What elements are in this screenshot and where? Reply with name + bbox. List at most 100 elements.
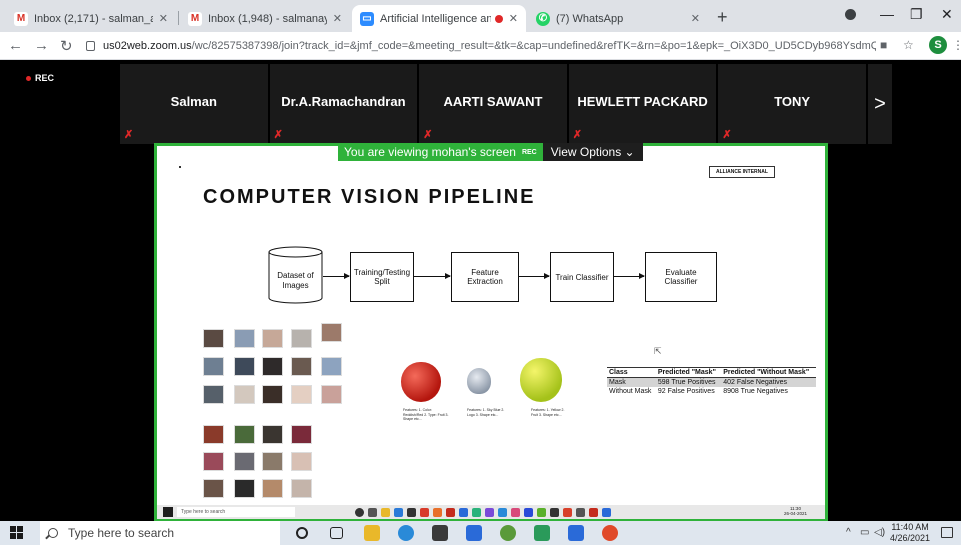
face-thumbnail: [203, 479, 224, 498]
windows-taskbar: Type here to search ^ ▭ ◁) 11:40 AM 4/26…: [0, 521, 961, 545]
url-host: us02web.zoom.us: [103, 40, 192, 52]
muted-mic-icon: ✗: [423, 129, 433, 141]
search-icon: [48, 528, 58, 538]
tab-divider: [178, 11, 179, 25]
muted-mic-icon: ✗: [722, 129, 732, 141]
viewing-text: You are viewing mohan's screen: [344, 145, 516, 159]
table-cell: Without Mask: [609, 388, 652, 395]
tab-gmail-1[interactable]: M Inbox (2,171) - salman_ayaz@cre ✕: [6, 5, 176, 32]
zoom-icon: ▭: [360, 11, 374, 26]
app-icon: [537, 507, 546, 517]
apple-logo-image: [467, 368, 491, 394]
column-header: Class: [607, 367, 656, 378]
close-icon[interactable]: ✕: [509, 12, 518, 25]
confusion-matrix-table: Class Predicted "Mask" Predicted "Withou…: [607, 367, 816, 396]
muted-mic-icon: ✗: [572, 129, 582, 141]
app-icon[interactable]: [568, 525, 584, 541]
app-icon: [602, 507, 611, 517]
participant-name: Salman: [170, 94, 217, 109]
mouse-cursor-icon: ⇱: [654, 346, 662, 356]
file-explorer-icon: [381, 507, 390, 517]
pipeline-split: Training/Testing Split: [350, 252, 414, 302]
close-icon[interactable]: ✕: [333, 12, 342, 25]
notification-icon[interactable]: [941, 527, 953, 538]
store-icon: [407, 507, 416, 517]
reload-button[interactable]: ↻: [60, 37, 73, 55]
address-bar[interactable]: us02web.zoom.us /wc/82575387398/join?tra…: [86, 36, 876, 56]
gmail-icon: M: [188, 11, 202, 26]
edge-icon[interactable]: [398, 525, 414, 541]
close-window-button[interactable]: ✕: [941, 6, 953, 23]
battery-icon[interactable]: ▭: [860, 527, 869, 538]
store-icon[interactable]: [432, 525, 448, 541]
browser-toolbar: ← → ↻ us02web.zoom.us /wc/82575387398/jo…: [0, 32, 961, 60]
tab-title: Inbox (2,171) - salman_ayaz@cre: [34, 12, 153, 25]
cortana-icon[interactable]: [296, 527, 308, 539]
task-view-icon[interactable]: [330, 527, 343, 539]
features-text: Features: 1. Color: Reddish/Red 2. Type:…: [403, 408, 449, 421]
face-thumbnail: [262, 385, 283, 404]
tab-search-icon[interactable]: [845, 9, 856, 20]
app-icon: [589, 507, 598, 517]
bookmark-star-icon[interactable]: ☆: [903, 38, 914, 52]
tab-zoom[interactable]: ▭ Artificial Intelligence and its ✕: [352, 5, 526, 32]
green-apple-image: [520, 358, 562, 402]
participant-tile[interactable]: HEWLETT PACKARD ✗: [568, 64, 717, 144]
windows-start-button[interactable]: [10, 526, 24, 540]
column-header: Predicted "Mask": [655, 367, 722, 378]
share-rec-label: REC: [521, 148, 537, 156]
table-cell: 598 True Positives: [655, 377, 722, 387]
new-tab-button[interactable]: +: [717, 8, 728, 26]
tab-whatsapp[interactable]: ✆ (7) WhatsApp ✕: [528, 5, 708, 32]
camera-icon[interactable]: ■: [880, 38, 887, 52]
volume-icon[interactable]: ◁): [874, 527, 885, 538]
face-thumbnail: [203, 385, 224, 404]
back-button[interactable]: ←: [8, 37, 23, 54]
tab-gmail-2[interactable]: M Inbox (1,948) - salmanayaz@gm ✕: [180, 5, 350, 32]
features-text: Features: 1. Yellow 2. Fruit 3. Shape et…: [531, 408, 565, 417]
face-thumbnail: [291, 452, 312, 471]
shared-clock: 11:30 26-04-2021: [784, 506, 807, 516]
tray-chevron-icon[interactable]: ^: [846, 527, 851, 538]
participant-tile[interactable]: Salman ✗: [120, 64, 268, 144]
menu-icon[interactable]: ⋮: [952, 38, 961, 52]
table-cell: 92 False Positives: [657, 388, 715, 395]
pipeline-arrow: [519, 273, 550, 279]
face-thumbnail: [203, 357, 224, 376]
windows-start-icon: [163, 507, 173, 517]
tab-title: Inbox (1,948) - salmanayaz@gm: [208, 12, 327, 25]
face-thumbnail: [203, 425, 224, 444]
table-cell: 8908 True Negatives: [723, 388, 788, 395]
app-icon[interactable]: [500, 525, 516, 541]
record-dot-icon: [26, 75, 31, 81]
clock-date: 4/26/2021: [890, 533, 931, 543]
taskbar-clock[interactable]: 11:40 AM 4/26/2021: [890, 522, 930, 544]
minimize-button[interactable]: —: [880, 6, 894, 22]
classification-tag: ALLIANCE INTERNAL: [709, 166, 775, 178]
restore-button[interactable]: ❐: [910, 6, 923, 23]
close-icon[interactable]: ✕: [159, 12, 168, 25]
shared-taskbar: Type here to search 11:30 26-04-2021: [157, 505, 825, 519]
mail-icon[interactable]: [466, 525, 482, 541]
participant-tile[interactable]: AARTI SAWANT ✗: [419, 64, 567, 144]
participant-name: AARTI SAWANT: [443, 94, 543, 109]
participant-tile[interactable]: Dr.A.Ramachandran ✗: [269, 64, 418, 144]
taskbar-search-box[interactable]: Type here to search: [40, 521, 280, 545]
participant-tile[interactable]: TONY ✗: [718, 64, 866, 144]
participant-name: HEWLETT PACKARD: [577, 94, 708, 109]
next-participants-button[interactable]: >: [868, 64, 892, 144]
chrome-icon[interactable]: [602, 525, 618, 541]
forward-button[interactable]: →: [34, 37, 49, 54]
participant-strip: Salman ✗ Dr.A.Ramachandran ✗ AARTI SAWAN…: [120, 64, 868, 144]
pipeline-arrow: [323, 273, 350, 279]
face-thumbnail: [321, 357, 342, 376]
face-thumbnail: [234, 479, 255, 498]
face-thumbnail: [291, 385, 312, 404]
viewing-screen-message: You are viewing mohan's screen REC: [338, 143, 543, 161]
close-icon[interactable]: ✕: [691, 12, 700, 25]
pipeline-dataset: Dataset of Images: [277, 271, 314, 290]
profile-avatar[interactable]: S: [929, 36, 947, 54]
file-explorer-icon[interactable]: [364, 525, 380, 541]
view-options-button[interactable]: View Options ⌄: [542, 143, 643, 161]
excel-icon[interactable]: [534, 525, 550, 541]
